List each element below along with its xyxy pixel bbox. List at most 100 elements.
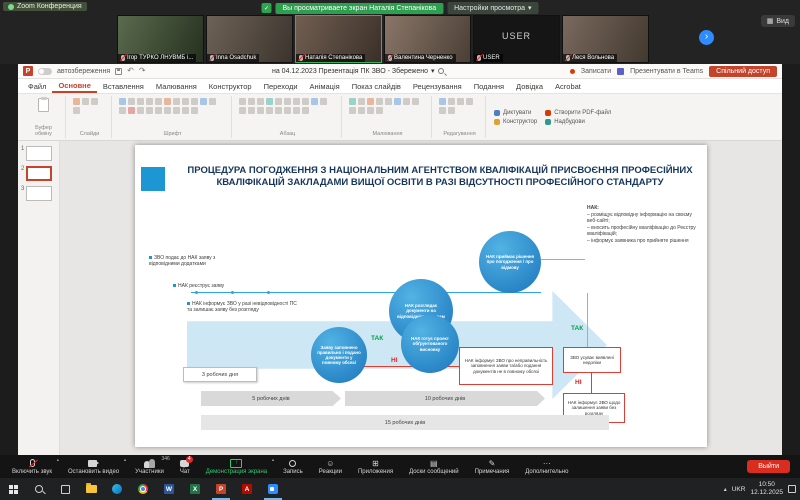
slide-title[interactable]: ПРОЦЕДУРА ПОГОДЖЕННЯ З НАЦІОНАЛЬНИМ АГЕН… [187,165,693,190]
step-reject-notice[interactable]: НАК інформує ЗВО у разі невідповідності … [187,301,297,314]
participant-tile[interactable]: Леся Вольнова [562,15,649,63]
tab-design[interactable]: Конструктор [203,79,258,93]
participant-tile[interactable]: Inna Osadchuk [206,15,293,63]
task-view-button[interactable] [52,478,78,500]
designer-button[interactable]: Конструктор [494,119,537,125]
tab-insert[interactable]: Вставлення [97,79,150,93]
tab-help[interactable]: Довідка [510,79,549,93]
participant-tile[interactable]: Ігор ТУРКО ЛНУВМБ і... [117,15,204,63]
tab-acrobat[interactable]: Acrobat [549,79,587,93]
powerpoint-window: P автозбереження ↶ ↷ на 04.12.2023 Презе… [18,64,782,455]
paste-icon[interactable] [38,98,49,112]
participant-tile[interactable]: USER USER [473,15,560,63]
start-button[interactable] [0,478,26,500]
view-settings-button[interactable]: Настройки просмотра ▾ [447,2,538,14]
slide-canvas[interactable]: ПРОЦЕДУРА ПОГОДЖЕННЯ З НАЦІОНАЛЬНИМ АГЕН… [135,145,707,447]
taskbar-clock[interactable]: 10:50 12.12.2025 [750,481,783,497]
save-icon[interactable] [115,68,122,75]
mic-options-caret[interactable]: ▴ [57,457,59,463]
circle-final-decision[interactable]: НАК приймає рішення про погодження / про… [479,231,541,293]
decorative-square[interactable] [141,167,165,191]
file-explorer-button[interactable] [78,478,104,500]
circle-application-complete[interactable]: Заяву заповнено правильно і подано докум… [311,327,367,383]
document-title[interactable]: на 04.12.2023 Презентація ПК ЗВО - Збере… [272,67,444,75]
language-indicator[interactable]: UKR [732,486,746,493]
chat-button[interactable]: Чат 4 [172,455,198,478]
slide-thumbnail-1[interactable]: 1 [21,146,56,161]
ribbon-group-font[interactable]: Шрифт [114,96,232,138]
unmute-button[interactable]: Включить звук ▴ [4,455,60,478]
undo-icon[interactable]: ↶ [127,67,134,75]
timeline-3-days[interactable]: 3 робочих дня [183,367,257,382]
taskbar-search-button[interactable] [26,478,52,500]
record-icon [289,460,296,467]
video-options-caret[interactable]: ▴ [124,457,126,463]
acrobat-icon: A [242,484,252,494]
tab-review[interactable]: Рецензування [407,79,468,93]
tray-expand-icon[interactable]: ▴ [724,486,727,493]
tab-view[interactable]: Подання [468,79,510,93]
timeline-15-days[interactable]: 15 робочих днів [201,415,609,430]
present-in-teams-button[interactable]: Презентувати в Teams [630,68,703,75]
next-participants-button[interactable]: › [699,30,714,45]
timeline-10-days[interactable]: 10 робочих днів [345,391,545,406]
view-button[interactable]: ▦ Вид [761,15,795,27]
participants-button[interactable]: Участники 346 [127,455,172,478]
tab-slideshow[interactable]: Показ слайдів [346,79,407,93]
redbox-fix-deficiencies[interactable]: ЗВО усуває виявлені недоліки [563,347,621,373]
tab-file[interactable]: Файл [22,79,52,93]
participant-strip: Ігор ТУРКО ЛНУВМБ і... Inna Osadchuk Нат… [117,15,649,63]
dictate-button[interactable]: Диктувати [494,110,537,116]
tab-draw[interactable]: Малювання [150,79,203,93]
apps-button[interactable]: ⊞ Приложения [350,455,401,478]
tab-animations[interactable]: Анімація [304,79,346,93]
circle-draft-conclusion[interactable]: НАК готує проект обґрунтованого висновку [401,315,459,373]
addins-icon [545,119,551,125]
ribbon-group-slides[interactable]: Слайди [68,96,112,138]
share-options-caret[interactable]: ▴ [272,457,274,463]
whiteboards-button[interactable]: ▤ Доски сообщений [401,455,467,478]
ribbon-group-paragraph[interactable]: Абзац [234,96,342,138]
zoom-top-bar: Zoom Конференция ✓ Вы просматриваете экр… [0,0,800,64]
record-button[interactable]: Записати [581,68,611,75]
action-center-icon[interactable] [788,485,796,493]
tab-home[interactable]: Основне [52,79,96,93]
powerpoint-button[interactable]: P [208,478,234,500]
edge-button[interactable] [104,478,130,500]
create-pdf-button[interactable]: Створити PDF-файл [545,110,611,116]
step-submit-application[interactable]: ЗВО подає до НАК заяву з відповідними до… [149,255,237,268]
zoom-app-pill[interactable]: Zoom Конференция [3,2,87,11]
nak-actions-block[interactable]: НАК: розміщує відповідну інформацію на с… [587,205,701,244]
tab-transitions[interactable]: Переходи [258,79,304,93]
addins-button[interactable]: Надбудови [545,119,611,125]
reactions-button[interactable]: ☺ Реакции [311,455,350,478]
participant-tile-active-speaker[interactable]: Наталія Степанікова [295,15,382,63]
share-screen-button[interactable]: ↑ Демонстрация экрана ▴ [198,455,275,478]
ribbon-group-editing[interactable]: Редагування [434,96,486,138]
record-button[interactable]: Запись [275,455,311,478]
step-register-application[interactable]: НАК реєструє заяву [173,283,253,289]
redo-icon[interactable]: ↷ [139,67,146,75]
timeline-5-days[interactable]: 5 робочих днів [201,391,341,406]
ribbon-group-clipboard[interactable]: Буфер обміну [22,96,66,138]
participant-tile[interactable]: Валентина Черненко [384,15,471,63]
annotations-button[interactable]: ✎ Примечания [467,455,518,478]
stop-video-button[interactable]: Остановить видео ▴ [60,455,127,478]
excel-button[interactable]: X [182,478,208,500]
zoom-app-button[interactable] [260,478,286,500]
acrobat-button[interactable]: A [234,478,260,500]
folder-icon [86,485,97,493]
mic-off-icon [210,55,214,61]
grid-view-icon: ▦ [767,17,774,25]
autosave-toggle[interactable] [38,68,52,75]
ribbon-group-drawing[interactable]: Малювання [344,96,432,138]
share-button[interactable]: Спільний доступ [709,66,777,77]
slide-thumbnail-2[interactable]: 2 [21,166,56,181]
word-button[interactable]: W [156,478,182,500]
leave-meeting-button[interactable]: Выйти [747,460,790,473]
more-button[interactable]: ··· Дополнительно [517,455,576,478]
redbox-incorrect-application[interactable]: НАК інформує ЗВО про неправильність запо… [459,347,553,385]
security-shield-icon[interactable]: ✓ [261,3,271,13]
slide-thumbnail-3[interactable]: 3 [21,186,56,201]
chrome-button[interactable] [130,478,156,500]
